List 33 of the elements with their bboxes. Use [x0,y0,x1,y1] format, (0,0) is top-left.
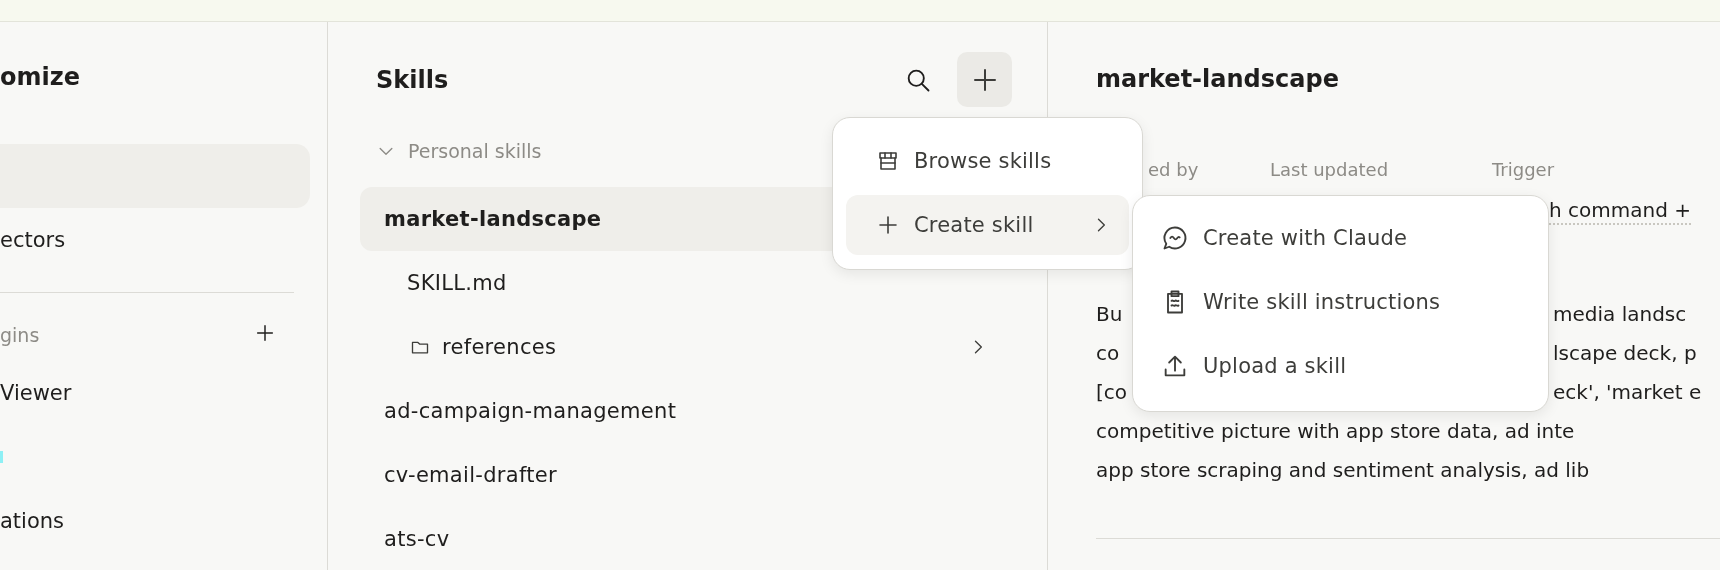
marker-icon [0,451,3,463]
add-icon[interactable] [254,322,276,344]
description-text: eck', 'market e [1553,379,1702,406]
description-text: lscape deck, p [1553,340,1697,367]
skill-item[interactable]: cv-email-drafter [360,443,1012,507]
description-text: app store scraping and sentiment analysis, ad lib [1096,457,1590,484]
menu-item[interactable]: Create skill [846,195,1129,255]
description-text: competitive picture with app store data, ad inte [1096,418,1575,445]
nav-item[interactable]: Viewer [0,381,72,405]
meta-label: Last updated [1270,159,1389,180]
meta-label: ed by [1148,159,1199,180]
menu-item[interactable]: Write skill instructions [1145,270,1536,334]
skill-item[interactable]: ad-campaign-management [360,379,1012,443]
menu-item[interactable]: Create with Claude [1145,206,1536,270]
nav-item[interactable]: ations [0,509,65,533]
plus-icon [876,213,900,237]
store-icon [876,149,900,173]
description-text: media landsc [1553,301,1687,328]
description-text: Bu [1096,302,1123,326]
panel-title: Skills [376,65,450,94]
menu-item[interactable]: Upload a skill [1145,334,1536,398]
chat-bubble-icon [1161,224,1189,252]
folder-item[interactable]: references [442,335,557,359]
description-text: co [1096,341,1120,365]
add-button[interactable] [957,52,1012,107]
skill-item[interactable]: ats-cv [360,507,1012,570]
file-item[interactable]: SKILL.md [407,271,507,295]
meta-label: Trigger [1492,159,1555,180]
nav-item[interactable]: ectors [0,208,310,272]
description-text: [co [1096,380,1128,404]
page-title: omize [0,62,81,92]
detail-title: market-landscape [1096,64,1340,95]
section-label: gins [0,324,40,346]
